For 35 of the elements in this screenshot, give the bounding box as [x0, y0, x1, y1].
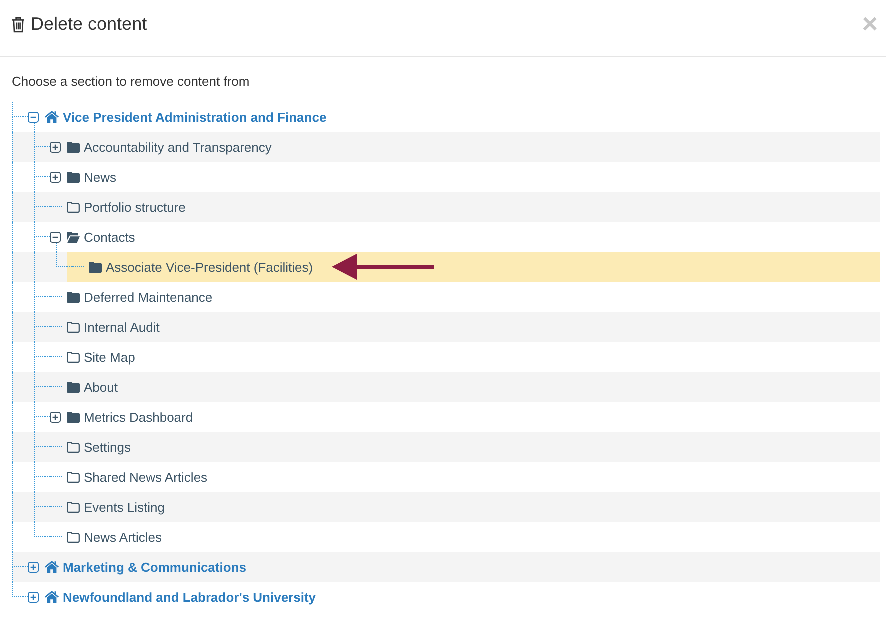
minus-square-icon[interactable]: [28, 112, 39, 122]
open-folder-icon: [67, 232, 80, 242]
tree-item[interactable]: Events Listing: [84, 500, 165, 514]
tree-item[interactable]: Contacts: [84, 230, 136, 244]
tree-item[interactable]: News: [84, 170, 117, 184]
tree-item[interactable]: Accountability and Transparency: [84, 140, 272, 154]
folder-icon: [67, 412, 80, 422]
plus-square-icon[interactable]: [50, 172, 61, 182]
tree-item[interactable]: Shared News Articles: [84, 470, 208, 484]
tree-item[interactable]: Settings: [84, 440, 131, 454]
plus-square-icon[interactable]: [50, 412, 61, 422]
minus-square-icon[interactable]: [50, 232, 61, 242]
tree-item[interactable]: Metrics Dashboard: [84, 410, 194, 424]
tree-item[interactable]: Associate Vice-President (Facilities): [106, 260, 314, 274]
tree-item[interactable]: Marketing & Communications: [63, 560, 246, 574]
tree-item[interactable]: About: [84, 380, 118, 394]
home-icon: [45, 111, 59, 123]
home-icon: [45, 591, 59, 603]
plus-square-icon[interactable]: [28, 592, 39, 602]
tree-item[interactable]: Vice President Administration and Finance: [63, 110, 327, 124]
trash-icon: [12, 16, 25, 32]
arrow-icon: [332, 254, 434, 280]
folder-icon: [67, 142, 80, 152]
plus-square-icon[interactable]: [50, 142, 61, 152]
tree-item[interactable]: Deferred Maintenance: [84, 290, 213, 304]
folder-icon: [67, 172, 80, 182]
dialog-title: Delete content: [31, 14, 148, 35]
home-icon: [45, 561, 59, 573]
tree-item[interactable]: Internal Audit: [84, 320, 160, 334]
plus-square-icon[interactable]: [28, 562, 39, 572]
tree-item[interactable]: News Articles: [84, 530, 162, 544]
tree-item[interactable]: Site Map: [84, 350, 136, 364]
tree-item[interactable]: Portfolio structure: [84, 200, 186, 214]
tree-item[interactable]: Newfoundland and Labrador's University: [63, 590, 316, 604]
prompt-text: Choose a section to remove content from: [12, 73, 251, 91]
